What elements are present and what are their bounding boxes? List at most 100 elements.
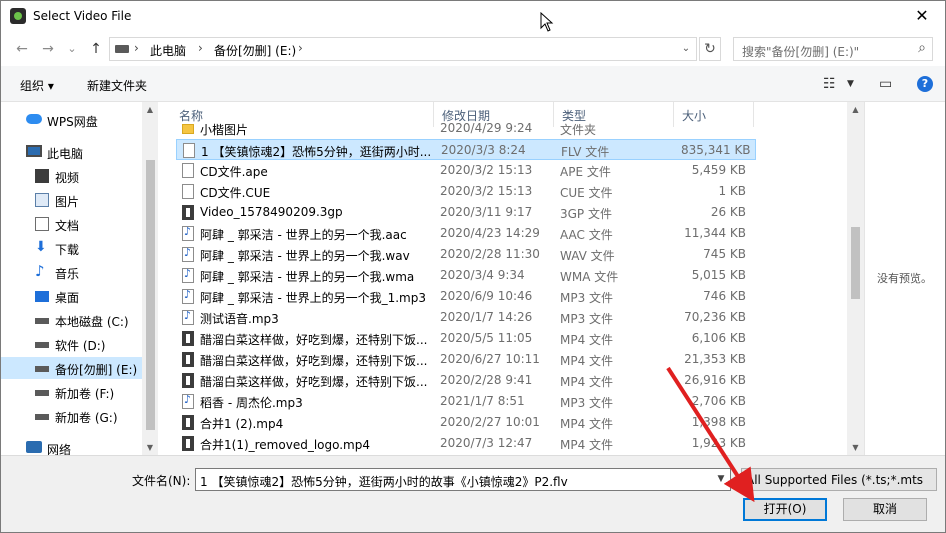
sidebar-item-drive-f[interactable]: 新加卷 (F:) [1,381,142,403]
file-name: 1 【笑镇惊魂2】恐怖5分钟，逛街两小时... [201,145,432,159]
file-type: MP4 文件 [560,375,614,389]
sidebar-item-label: 音乐 [55,267,80,281]
drive-icon [35,318,49,324]
file-row[interactable]: 稻香 - 周杰伦.mp3 2021/1/7 8:51 MP3 文件 2,706 KB [176,391,756,412]
file-row[interactable]: 阿肆 _ 郭采洁 - 世界上的另一个我_1.mp3 2020/6/9 10:46 M… [176,286,756,307]
file-row[interactable]: 醋溜白菜这样做，好吃到爆，还特别下饭... 2020/5/5 11:05 MP4 文… [176,328,756,349]
file-type: 文件夹 [560,123,597,137]
file-date: 2020/3/3 8:24 [441,143,526,157]
view-dropdown-icon[interactable]: ▼ [847,79,854,89]
file-row[interactable]: CD文件.ape 2020/3/2 15:13 APE 文件 5,459 KB [176,160,756,181]
preview-pane-icon[interactable]: ▭ [879,76,892,92]
scroll-down-icon[interactable]: ▼ [847,443,864,452]
file-row[interactable]: 小楷图片 2020/4/29 9:24 文件夹 [176,118,756,139]
file-row[interactable]: 阿肆 _ 郭采洁 - 世界上的另一个我.wav 2020/2/28 11:30 WA… [176,244,756,265]
back-arrow-icon[interactable]: ← [13,40,31,58]
cancel-button[interactable]: 取消 [843,498,927,521]
address-dropdown-icon[interactable]: ⌄ [676,38,696,60]
file-date: 2020/7/3 12:47 [440,436,533,450]
network-icon [26,441,42,453]
sidebar-item-drive-e[interactable]: 备份[勿删] (E:) [1,357,142,379]
file-list: ˄ 名称 修改日期 类型 大小 小楷图片2020/4/29 9:24文件夹1 【… [171,102,847,455]
sidebar-item-desktop[interactable]: 桌面 [1,285,142,307]
folder-icon [182,124,194,134]
sidebar-item-videos[interactable]: 视频 [1,165,142,187]
breadcrumb-drive-e[interactable]: 备份[勿删] (E:) [214,42,296,59]
file-type: MP3 文件 [560,396,614,410]
scroll-up-icon[interactable]: ▲ [847,105,864,114]
address-bar[interactable]: › 此电脑 › 备份[勿删] (E:) › ⌄ [109,37,697,61]
up-arrow-icon[interactable]: ↑ [87,40,105,58]
file-name: CD文件.ape [200,165,268,179]
refresh-button[interactable]: ↻ [699,37,721,61]
file-row[interactable]: 阿肆 _ 郭采洁 - 世界上的另一个我.wma 2020/3/4 9:34 WMA … [176,265,756,286]
sidebar-scrollbar[interactable]: ▲ ▼ [142,102,158,455]
organize-menu[interactable]: 组织 ▾ [20,77,54,94]
file-name: 测试语音.mp3 [200,312,279,326]
filename-label: 文件名(N): [132,474,191,488]
search-box[interactable]: 搜索"备份[勿删] (E:)" ⌕ [733,37,933,61]
sidebar-item-label: 文档 [55,219,80,233]
file-date: 2020/2/28 9:41 [440,373,533,387]
sidebar-item-drive-d[interactable]: 软件 (D:) [1,333,142,355]
view-options-icon[interactable]: ☷ [823,76,836,92]
video-file-icon [182,415,194,430]
file-row[interactable]: 1 【笑镇惊魂2】恐怖5分钟，逛街两小时... 2020/3/3 8:24 FLV … [176,139,756,160]
file-list-scrollbar[interactable]: ▲ ▼ [847,102,864,455]
file-row[interactable]: 合并1 (2).mp4 2020/2/27 10:01 MP4 文件 1,398 KB [176,412,756,433]
file-row[interactable]: 醋溜白菜这样做，好吃到爆，还特别下饭... 2020/6/27 10:11 MP4 … [176,349,756,370]
sidebar-item-drive-g[interactable]: 新加卷 (G:) [1,405,142,427]
no-preview-message: 没有预览。 [877,272,932,285]
audio-file-icon [182,309,194,325]
sidebar-item-drive-c[interactable]: 本地磁盘 (C:) [1,309,142,331]
file-type: 3GP 文件 [560,207,612,221]
open-button[interactable]: 打开(O) [743,498,827,521]
sidebar-item-label: 本地磁盘 (C:) [55,315,129,329]
close-button[interactable]: ✕ [899,1,945,32]
file-size: 1,923 KB [691,436,746,450]
video-file-icon [182,436,194,451]
sidebar-item-pictures[interactable]: 图片 [1,189,142,211]
file-size: 26 KB [710,205,746,219]
file-row[interactable]: 醋溜白菜这样做，好吃到爆，还特别下饭... 2020/2/28 9:41 MP4 文… [176,370,756,391]
sidebar-item-label: 下载 [55,243,80,257]
file-name: 合并1 (2).mp4 [200,417,284,431]
sidebar-item-wps-cloud[interactable]: WPS网盘 [1,109,142,131]
sidebar-item-label: 网络 [47,443,72,455]
file-row[interactable]: 阿肆 _ 郭采洁 - 世界上的另一个我.aac 2020/4/23 14:29 AA… [176,223,756,244]
file-row[interactable]: 合并1(1)_removed_logo.mp4 2020/7/3 12:47 MP4… [176,433,756,454]
forward-arrow-icon[interactable]: → [39,40,57,58]
filename-dropdown-icon[interactable]: ▼ [712,469,730,490]
scrollbar-thumb[interactable] [146,160,155,430]
file-size: 835,341 KB [681,143,751,157]
sidebar-item-network[interactable]: 网络 [1,437,142,455]
sidebar-item-documents[interactable]: 文档 [1,213,142,235]
sidebar-item-label: 新加卷 (G:) [55,411,118,425]
recent-locations-chevron-icon[interactable]: ⌄ [63,40,81,58]
filename-input[interactable]: 1 【笑镇惊魂2】恐怖5分钟，逛街两小时的故事《小镇惊魂2》P2.flv ▼ [195,468,731,491]
scrollbar-thumb[interactable] [851,227,860,299]
sidebar-item-downloads[interactable]: ⬇ 下载 [1,237,142,259]
dialog-footer: 文件名(N): 1 【笑镇惊魂2】恐怖5分钟，逛街两小时的故事《小镇惊魂2》P2… [1,455,945,532]
search-placeholder: 搜索"备份[勿删] (E:)" [742,45,860,59]
sidebar-item-music[interactable]: ♪ 音乐 [1,261,142,283]
breadcrumb-this-pc[interactable]: 此电脑 [150,42,186,59]
scroll-down-icon[interactable]: ▼ [142,443,158,452]
file-row[interactable]: CD文件.CUE 2020/3/2 15:13 CUE 文件 1 KB [176,181,756,202]
file-type: MP4 文件 [560,354,614,368]
file-size: 5,459 KB [691,163,746,177]
file-size: 1,398 KB [691,415,746,429]
file-date: 2020/3/2 15:13 [440,184,533,198]
file-type: CUE 文件 [560,186,613,200]
file-row[interactable]: Video_1578490209.3gp 2020/3/11 9:17 3GP 文件… [176,202,756,223]
file-type-filter-select[interactable]: All Supported Files (*.ts;*.mts [741,468,937,491]
help-icon[interactable]: ? [917,76,933,92]
file-date: 2020/3/11 9:17 [440,205,533,219]
sidebar-item-this-pc[interactable]: 此电脑 [1,141,142,163]
audio-file-icon [182,225,194,241]
file-row[interactable]: 测试语音.mp3 2020/1/7 14:26 MP3 文件 70,236 KB [176,307,756,328]
file-size: 11,344 KB [684,226,746,240]
new-folder-button[interactable]: 新建文件夹 [87,77,147,94]
breadcrumb-separator-icon: › [298,41,303,55]
scroll-up-icon[interactable]: ▲ [142,105,158,114]
